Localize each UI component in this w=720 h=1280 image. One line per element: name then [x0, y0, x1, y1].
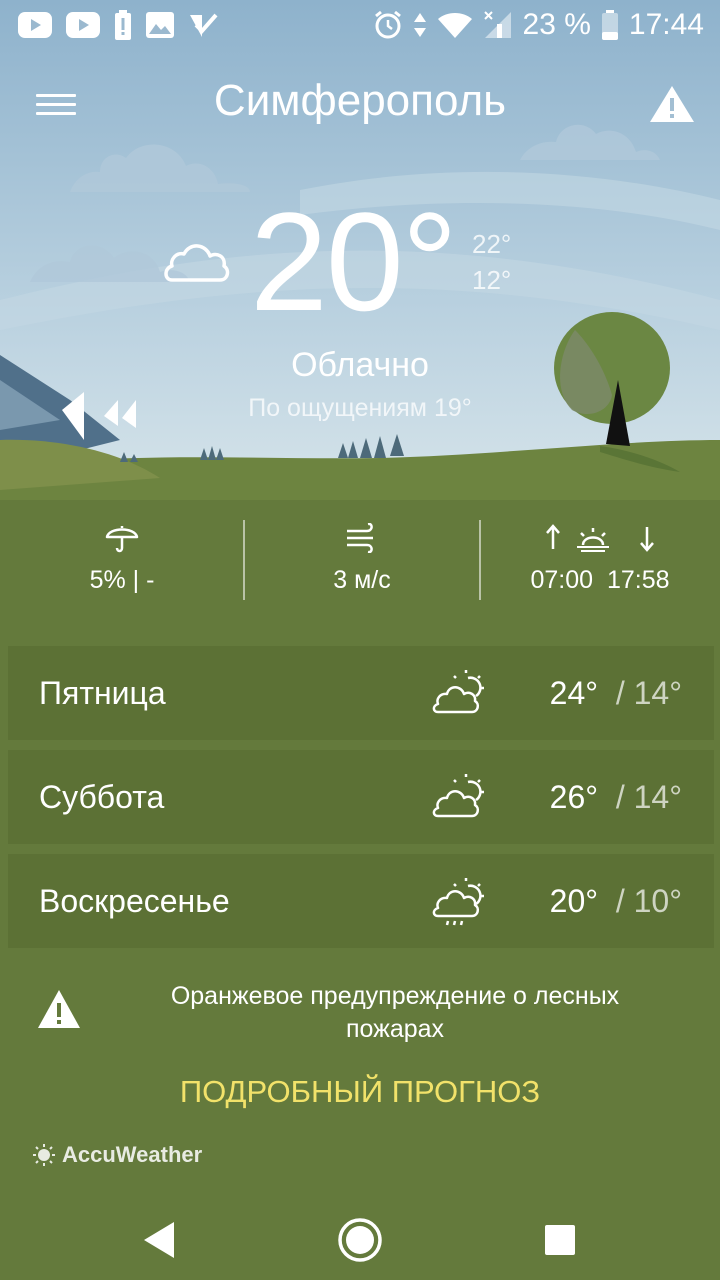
- data-transfer-icon: [413, 13, 426, 37]
- stats-divider: [479, 520, 481, 600]
- feels-like: По ощущениям 19°: [248, 394, 472, 422]
- back-button[interactable]: [130, 1210, 190, 1270]
- forecast-day: Суббота: [39, 779, 165, 815]
- alarm-icon: [374, 10, 401, 39]
- umbrella-icon: [105, 526, 139, 553]
- home-button[interactable]: [330, 1210, 390, 1270]
- current-condition: Облачно: [291, 346, 429, 384]
- system-navigation-bar: [0, 1190, 720, 1280]
- hamburger-icon-line: [36, 103, 76, 106]
- warning-icon: [650, 86, 694, 122]
- clock: 17:44: [628, 8, 704, 41]
- notification-icons: [18, 8, 218, 42]
- wind-icon: [347, 523, 373, 553]
- hamburger-icon-line: [36, 94, 76, 97]
- sunrise-sunset-icon: [546, 524, 654, 552]
- status-bar: 23 % 17:44: [0, 0, 720, 50]
- partly-cloudy-icon: [432, 774, 484, 818]
- precipitation-stat: 5% | -: [0, 520, 244, 600]
- battery-percent: 23 %: [522, 8, 591, 41]
- battery-alert-icon: [115, 10, 131, 40]
- forecast-day: Пятница: [39, 675, 166, 711]
- forecast-high: 20°: [549, 883, 599, 919]
- sunrise-time: 07:00: [530, 566, 594, 594]
- sunset-time: 17:58: [606, 566, 670, 594]
- current-temperature: 20°: [250, 183, 458, 340]
- forecast-row[interactable]: Суббота 26° / 14°: [8, 750, 714, 844]
- city-title[interactable]: Симферополь: [140, 76, 580, 126]
- partly-cloudy-icon: [432, 670, 484, 714]
- brand-name: AccuWeather: [62, 1142, 203, 1167]
- menu-button[interactable]: [36, 88, 76, 120]
- check-app-icon: [190, 13, 218, 37]
- wind-stat: 3 м/с: [244, 520, 480, 600]
- forecast-low: 14°: [633, 675, 682, 711]
- image-icon: [146, 12, 174, 38]
- fire-warning-alert[interactable]: Оранжевое предупреждение о лесных пожара…: [120, 980, 670, 1046]
- home-icon: [338, 1218, 382, 1262]
- wifi-icon: [437, 13, 472, 38]
- stats-divider: [243, 520, 245, 600]
- forecast-separator: /: [615, 779, 625, 815]
- precipitation-value: 5% | -: [89, 566, 155, 594]
- sun-stat: 07:00 17:58: [480, 520, 720, 600]
- forecast-high: 24°: [549, 675, 599, 711]
- recents-icon: [545, 1225, 575, 1255]
- forecast-row[interactable]: Воскресенье 20° / 10°: [8, 854, 714, 948]
- warning-icon: [38, 990, 80, 1028]
- hamburger-icon-line: [36, 112, 76, 115]
- today-high: 22°: [472, 229, 512, 259]
- today-low: 12°: [472, 265, 512, 295]
- partly-cloudy-rain-icon: [432, 878, 484, 926]
- forecast-high: 26°: [549, 779, 599, 815]
- youtube-icon: [18, 12, 52, 38]
- sun-times: 07:00 17:58: [480, 566, 720, 595]
- battery-icon: [601, 10, 618, 40]
- forecast-low: 10°: [633, 883, 682, 919]
- high-low-today: 22° 12°: [472, 226, 511, 298]
- forecast-temps: 20° / 10°: [550, 854, 682, 948]
- cell-signal-icon: [483, 11, 511, 38]
- wind-value: 3 м/с: [333, 566, 391, 594]
- forecast-low: 14°: [633, 779, 682, 815]
- accuweather-logo: AccuWeather: [32, 1142, 202, 1168]
- forecast-separator: /: [615, 883, 625, 919]
- forecast-day: Воскресенье: [39, 883, 230, 919]
- sun-logo-icon: [33, 1144, 55, 1166]
- stats-row: 5% | - 3 м/с 07:00 17:58: [0, 520, 720, 600]
- recents-button[interactable]: [530, 1210, 590, 1270]
- alert-button[interactable]: [648, 84, 696, 124]
- back-icon: [144, 1222, 174, 1258]
- youtube-icon: [66, 12, 100, 38]
- detailed-forecast-link[interactable]: ПОДРОБНЫЙ ПРОГНОЗ: [0, 1074, 720, 1110]
- forecast-separator: /: [615, 675, 625, 711]
- cloud-icon: [164, 244, 230, 282]
- forecast-row[interactable]: Пятница 24° / 14°: [8, 646, 714, 740]
- system-indicators: 23 % 17:44: [373, 8, 704, 42]
- forecast-temps: 26° / 14°: [550, 750, 682, 844]
- forecast-temps: 24° / 14°: [550, 646, 682, 740]
